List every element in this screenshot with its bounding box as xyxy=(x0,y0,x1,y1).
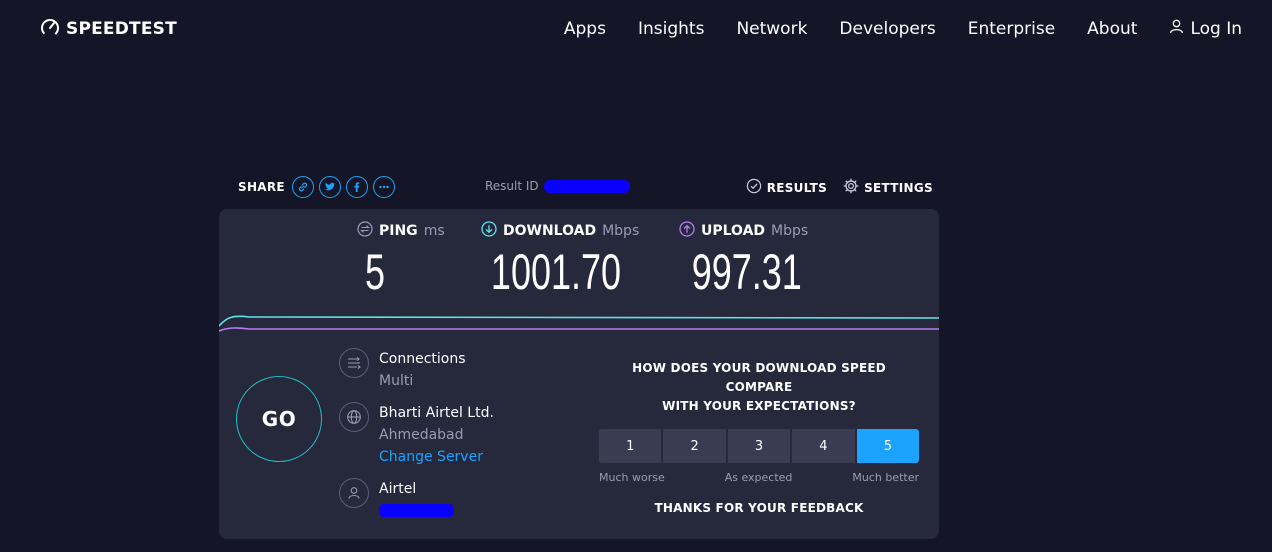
logo-text: SPEEDTEST xyxy=(66,19,177,39)
speedtest-logo[interactable]: SPEEDTEST xyxy=(40,18,177,40)
results-label: RESULTS xyxy=(766,180,828,195)
ping-unit: ms xyxy=(423,223,445,239)
speed-graph xyxy=(219,315,939,332)
survey-question-line1: HOW DOES YOUR DOWNLOAD SPEED COMPARE xyxy=(632,361,886,394)
nav-network[interactable]: Network xyxy=(736,19,807,39)
more-icon[interactable] xyxy=(372,176,395,198)
login-label: Log In xyxy=(1190,19,1242,39)
survey-question: HOW DOES YOUR DOWNLOAD SPEED COMPARE WIT… xyxy=(599,359,919,416)
nav-enterprise[interactable]: Enterprise xyxy=(968,19,1055,39)
twitter-icon[interactable] xyxy=(318,176,341,198)
gear-icon xyxy=(843,178,859,197)
ping-value: 5 xyxy=(364,244,386,300)
result-id: Result ID xyxy=(485,179,630,193)
server-location: Ahmedabad xyxy=(379,427,464,443)
globe-icon xyxy=(339,402,369,432)
download-value: 1001.70 xyxy=(490,244,622,300)
connections-icon xyxy=(339,348,369,378)
login-link[interactable]: Log In xyxy=(1169,19,1242,39)
download-label: DOWNLOAD xyxy=(503,223,597,239)
redacted-ip xyxy=(379,504,454,517)
feedback-survey: HOW DOES YOUR DOWNLOAD SPEED COMPARE WIT… xyxy=(599,359,920,515)
check-circle-icon xyxy=(746,178,762,197)
download-arrow-icon xyxy=(481,221,497,241)
results-card: PING ms 5 DOWNLOAD Mbps 1001.70 UPLOAD M… xyxy=(219,209,939,539)
download-metric: DOWNLOAD Mbps 1001.70 xyxy=(481,221,651,297)
server-name: Bharti Airtel Ltd. xyxy=(379,405,494,421)
upload-value: 997.31 xyxy=(691,244,802,300)
connections-label: Connections xyxy=(379,351,466,367)
ping-header: PING ms xyxy=(357,221,447,241)
upload-metric: UPLOAD Mbps 997.31 xyxy=(679,221,819,297)
isp-name: Airtel xyxy=(379,481,417,497)
nav-about[interactable]: About xyxy=(1087,19,1137,39)
upload-arrow-icon xyxy=(679,221,695,241)
connections-value: Multi xyxy=(379,373,414,389)
rating-scale-labels: Much worse As expected Much better xyxy=(599,471,919,484)
results-button[interactable]: RESULTS xyxy=(746,178,827,197)
main-nav: Apps Insights Network Developers Enterpr… xyxy=(532,18,1242,40)
rating-option-2[interactable]: 2 xyxy=(663,429,726,463)
label-much-worse: Much worse xyxy=(599,471,665,484)
feedback-thanks: THANKS FOR YOUR FEEDBACK xyxy=(654,501,864,515)
download-unit: Mbps xyxy=(602,223,640,239)
ping-label: PING xyxy=(379,223,418,239)
server-info: Bharti Airtel Ltd. Ahmedabad Change Serv… xyxy=(339,402,494,468)
upload-header: UPLOAD Mbps xyxy=(679,221,819,241)
user-icon xyxy=(1169,19,1184,39)
share-label: SHARE xyxy=(238,180,285,194)
survey-question-line2: WITH YOUR EXPECTATIONS? xyxy=(662,399,856,413)
rating-option-5[interactable]: 5 xyxy=(856,429,920,463)
rating-option-4[interactable]: 4 xyxy=(792,429,855,463)
upload-graph-line xyxy=(219,327,939,332)
result-toolbar: SHARE Result ID RESULTS SETTINGS xyxy=(219,174,939,200)
redacted-result-id xyxy=(543,179,630,193)
isp-info: Airtel xyxy=(339,478,454,517)
link-icon[interactable] xyxy=(291,176,314,198)
rating-option-3[interactable]: 3 xyxy=(727,429,791,463)
share-group: SHARE xyxy=(238,176,395,198)
download-graph-line xyxy=(219,315,939,327)
settings-label: SETTINGS xyxy=(864,180,933,195)
ping-metric: PING ms 5 xyxy=(357,221,447,297)
upload-unit: Mbps xyxy=(771,223,809,239)
ping-icon xyxy=(357,221,373,241)
facebook-icon[interactable] xyxy=(345,176,368,198)
nav-insights[interactable]: Insights xyxy=(638,19,704,39)
rating-option-1[interactable]: 1 xyxy=(599,429,662,463)
upload-label: UPLOAD xyxy=(701,223,766,239)
settings-button[interactable]: SETTINGS xyxy=(843,178,933,197)
change-server-link[interactable]: Change Server xyxy=(379,446,494,468)
connections-info: Connections Multi xyxy=(339,348,466,392)
user-icon xyxy=(339,478,369,508)
rating-scale: 1 2 3 4 5 xyxy=(599,429,920,463)
nav-developers[interactable]: Developers xyxy=(839,19,935,39)
label-much-better: Much better xyxy=(852,471,919,484)
result-actions: RESULTS SETTINGS xyxy=(746,178,933,197)
speedometer-icon xyxy=(40,17,60,41)
label-as-expected: As expected xyxy=(724,471,793,484)
result-id-label: Result ID xyxy=(485,179,539,193)
nav-apps[interactable]: Apps xyxy=(564,19,606,39)
go-button[interactable]: GO xyxy=(236,376,322,462)
download-header: DOWNLOAD Mbps xyxy=(481,221,651,241)
